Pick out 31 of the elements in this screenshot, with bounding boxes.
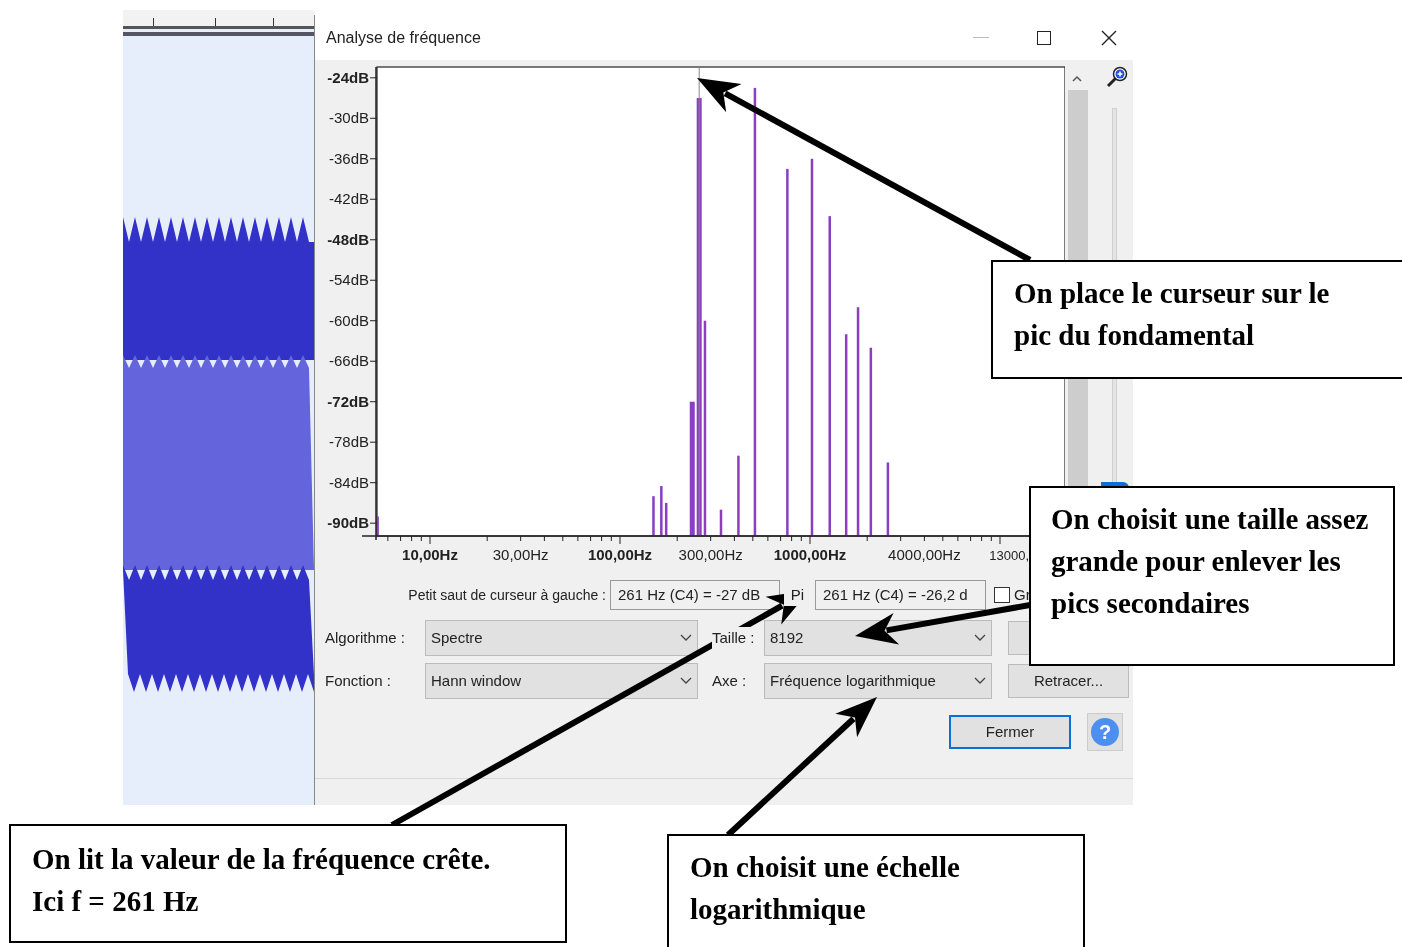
x-tick-label: 10,00Hz [402,546,458,563]
y-tick-label: -48dB [327,230,369,248]
checkbox-label: Gr [1014,584,1031,605]
x-tick-label: 4000,00Hz [888,546,961,563]
y-tick-label: -66dB [328,352,369,370]
y-tick-label: -72dB [327,392,369,410]
y-tick-label: -54dB [328,271,369,289]
cursor-value-field: 261 Hz (C4) = -27 dB [610,580,780,610]
x-tick-label: 13000, [989,548,1029,563]
callout-text: On choisit une échelle logarithmique [690,850,961,927]
callout-text: Ici f = 261 Hz [32,884,200,919]
y-tick-label: -78dB [328,433,369,451]
y-tick-label: -36dB [328,149,369,167]
y-tick-label: -42dB [328,190,369,208]
y-tick-label: -90dB [327,514,369,532]
peak-value-field: 261 Hz (C4) = -26,2 d [815,580,986,610]
window-title: Analyse de fréquence [326,27,481,48]
x-tick-label: 100,00Hz [587,546,653,563]
x-tick-label: 1000,00Hz [773,546,847,563]
x-tick-label: 30,00Hz [492,546,549,563]
y-tick-label: -60dB [328,311,369,329]
setting-label: Algorithme : [325,627,407,648]
y-tick-label: -24dB [327,68,369,86]
cursor-label: Petit saut de curseur à gauche : [407,585,606,605]
y-tick-label: -84dB [328,473,369,491]
callout-text: On choisit une taille assez grande pour enlever les pics secondaires [1051,502,1370,621]
setting-label: Fonction : [325,670,392,691]
callout-text: On place le curseur sur le pic du fondamental [1014,276,1331,353]
x-tick-label: 300,00Hz [678,546,743,563]
y-tick-label: -30dB [328,109,369,127]
callout-text: On lit la valeur de la fréquence crête. [32,842,492,877]
